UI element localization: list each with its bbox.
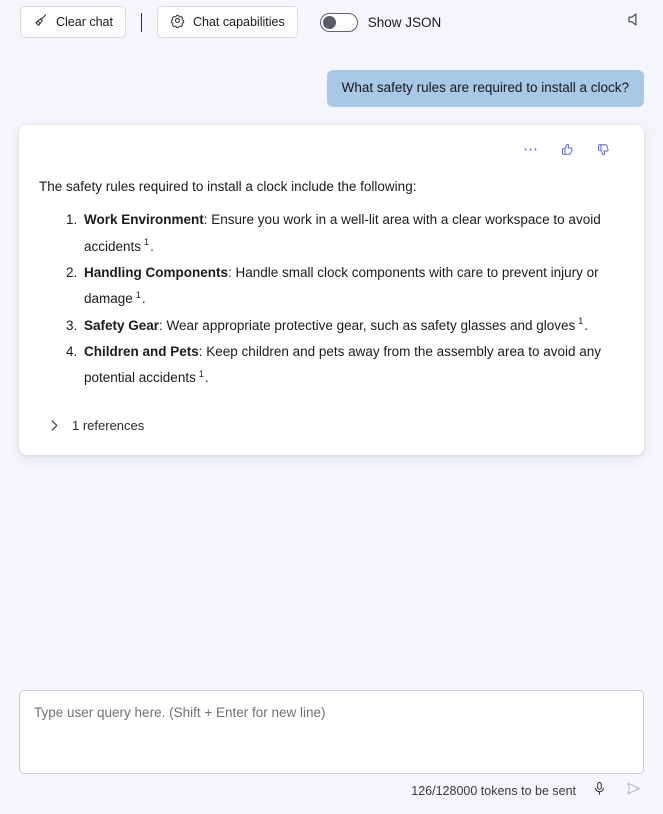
references-toggle[interactable]: 1 references <box>39 418 624 433</box>
list-item: Children and Pets: Keep children and pet… <box>81 339 624 392</box>
assistant-answer-card: ⋯ The safety rules required to install a… <box>19 124 644 455</box>
list-item-suffix: . <box>141 291 146 307</box>
show-json-toggle[interactable] <box>319 12 358 32</box>
clear-chat-label: Clear chat <box>56 15 113 29</box>
composer[interactable] <box>19 690 644 774</box>
thumbs-down-icon[interactable] <box>594 141 612 159</box>
microphone-icon <box>592 781 607 801</box>
list-item-text: : Wear appropriate protective gear, such… <box>159 317 576 333</box>
list-item-suffix: . <box>204 370 209 386</box>
speaker-mute-icon <box>626 11 643 33</box>
answer-intro: The safety rules required to install a c… <box>39 178 417 194</box>
toggle-knob <box>322 15 336 29</box>
answer-list: Work Environment: Ensure you work in a w… <box>39 207 624 391</box>
show-json-toggle-group[interactable]: Show JSON <box>319 12 442 32</box>
speaker-mute-button[interactable] <box>619 7 649 37</box>
broom-icon <box>33 13 48 31</box>
list-item-title: Work Environment <box>84 212 204 228</box>
send-button[interactable] <box>622 780 644 802</box>
answer-actions: ⋯ <box>39 137 624 163</box>
citation-marker[interactable]: 1 <box>578 316 583 326</box>
list-item-title: Children and Pets <box>84 344 199 360</box>
toolbar-divider <box>140 12 142 32</box>
citation-marker[interactable]: 1 <box>144 237 149 247</box>
list-item: Safety Gear: Wear appropriate protective… <box>81 313 624 339</box>
chevron-right-icon <box>47 418 61 432</box>
toolbar: Clear chat Chat capabilities Show JSON <box>0 0 663 44</box>
show-json-label: Show JSON <box>367 14 442 30</box>
list-item-suffix: . <box>150 238 154 254</box>
list-item: Handling Components: Handle small clock … <box>81 260 624 313</box>
chat-area: What safety rules are required to instal… <box>0 44 663 684</box>
clear-chat-button[interactable]: Clear chat <box>20 6 126 38</box>
send-icon <box>625 780 642 802</box>
references-label: 1 references <box>72 417 145 433</box>
ellipsis-icon[interactable]: ⋯ <box>522 141 540 159</box>
list-item-title: Handling Components <box>84 265 228 281</box>
thumbs-up-icon[interactable] <box>558 141 576 159</box>
gear-icon <box>170 13 185 31</box>
list-item-title: Safety Gear <box>84 317 160 333</box>
citation-marker[interactable]: 1 <box>199 369 204 379</box>
list-item: Work Environment: Ensure you work in a w… <box>81 207 624 260</box>
user-message-bubble: What safety rules are required to instal… <box>326 70 644 107</box>
citation-marker[interactable]: 1 <box>136 290 141 300</box>
token-count: 126/128000 tokens to be sent <box>411 784 576 798</box>
chat-capabilities-label: Chat capabilities <box>192 15 285 29</box>
list-item-suffix: . <box>584 317 589 333</box>
chat-capabilities-button[interactable]: Chat capabilities <box>156 6 298 38</box>
microphone-button[interactable] <box>588 780 610 802</box>
query-input[interactable] <box>20 691 643 773</box>
composer-statusbar: 126/128000 tokens to be sent <box>0 778 644 804</box>
user-message-row: What safety rules are required to instal… <box>19 44 644 107</box>
